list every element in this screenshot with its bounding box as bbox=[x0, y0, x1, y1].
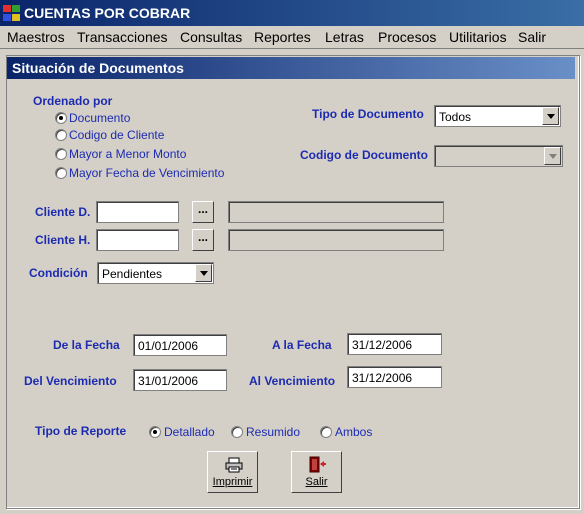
radio-orden-monto-label[interactable]: Mayor a Menor Monto bbox=[69, 147, 186, 161]
tipo-documento-label: Tipo de Documento bbox=[312, 107, 424, 121]
radio-reporte-resumido-label[interactable]: Resumido bbox=[246, 425, 300, 439]
de-fecha-label: De la Fecha bbox=[53, 338, 120, 352]
a-fecha-label: A la Fecha bbox=[272, 338, 332, 352]
app-icon bbox=[3, 5, 20, 21]
radio-orden-documento-label[interactable]: Documento bbox=[69, 111, 130, 125]
salir-button-label: Salir bbox=[305, 476, 328, 488]
chevron-down-icon[interactable] bbox=[195, 264, 212, 282]
del-vencimiento-input[interactable]: 31/01/2006 bbox=[133, 369, 227, 391]
al-vencimiento-input[interactable]: 31/12/2006 bbox=[347, 366, 442, 388]
ordenado-por-label: Ordenado por bbox=[33, 94, 113, 108]
radio-reporte-ambos[interactable] bbox=[320, 426, 332, 438]
radio-orden-codigo-cliente[interactable] bbox=[55, 129, 67, 141]
al-vencimiento-label: Al Vencimiento bbox=[249, 374, 336, 388]
radio-reporte-detallado-label[interactable]: Detallado bbox=[164, 425, 215, 439]
menu-letras[interactable]: Letras bbox=[325, 29, 364, 45]
radio-orden-vencimiento[interactable] bbox=[55, 167, 67, 179]
menu-salir[interactable]: Salir bbox=[518, 29, 546, 45]
radio-reporte-detallado[interactable] bbox=[149, 426, 161, 438]
menu-procesos[interactable]: Procesos bbox=[378, 29, 436, 45]
radio-orden-documento[interactable] bbox=[55, 112, 67, 124]
cliente-h-label: Cliente H. bbox=[35, 233, 91, 247]
imprimir-button[interactable]: Imprimir bbox=[207, 451, 258, 493]
printer-icon bbox=[225, 457, 243, 473]
cliente-d-code-input[interactable] bbox=[96, 201, 179, 223]
radio-reporte-ambos-label[interactable]: Ambos bbox=[335, 425, 372, 439]
tipo-documento-value: Todos bbox=[439, 110, 472, 124]
salir-button[interactable]: Salir bbox=[291, 451, 342, 493]
condicion-value: Pendientes bbox=[102, 267, 163, 281]
de-fecha-input[interactable]: 01/01/2006 bbox=[133, 334, 227, 356]
cliente-d-label: Cliente D. bbox=[35, 205, 91, 219]
codigo-documento-label: Codigo de Documento bbox=[300, 148, 428, 162]
codigo-documento-select[interactable] bbox=[434, 145, 563, 167]
a-fecha-input[interactable]: 31/12/2006 bbox=[347, 333, 442, 355]
de-fecha-value: 01/01/2006 bbox=[138, 339, 199, 353]
menu-reportes[interactable]: Reportes bbox=[254, 29, 311, 45]
window-title: CUENTAS POR COBRAR bbox=[24, 5, 191, 21]
chevron-down-icon[interactable] bbox=[542, 107, 559, 125]
menu-maestros[interactable]: Maestros bbox=[7, 29, 65, 45]
tipo-reporte-label: Tipo de Reporte bbox=[35, 424, 127, 438]
panel-title: Situación de Documentos bbox=[12, 60, 184, 76]
menu-utilitarios[interactable]: Utilitarios bbox=[449, 29, 507, 45]
exit-door-icon bbox=[309, 456, 326, 473]
menu-transacciones[interactable]: Transacciones bbox=[77, 29, 168, 45]
cliente-h-code-input[interactable] bbox=[96, 229, 179, 251]
cliente-d-lookup-button[interactable]: ... bbox=[192, 201, 214, 223]
condicion-select[interactable]: Pendientes bbox=[97, 262, 214, 284]
radio-reporte-resumido[interactable] bbox=[231, 426, 243, 438]
al-vencimiento-value: 31/12/2006 bbox=[352, 371, 413, 385]
menu-consultas[interactable]: Consultas bbox=[180, 29, 242, 45]
menu-bar: Maestros Transacciones Consultas Reporte… bbox=[0, 26, 584, 49]
cliente-h-name-field bbox=[228, 229, 444, 251]
tipo-documento-select[interactable]: Todos bbox=[434, 105, 561, 127]
imprimir-button-label: Imprimir bbox=[212, 476, 253, 488]
cliente-d-name-field bbox=[228, 201, 444, 223]
radio-orden-vencimiento-label[interactable]: Mayor Fecha de Vencimiento bbox=[69, 166, 224, 180]
del-vencimiento-label: Del Vencimiento bbox=[24, 374, 117, 388]
radio-orden-codigo-cliente-label[interactable]: Codigo de Cliente bbox=[69, 128, 164, 142]
radio-orden-monto[interactable] bbox=[55, 148, 67, 160]
del-vencimiento-value: 31/01/2006 bbox=[138, 374, 199, 388]
a-fecha-value: 31/12/2006 bbox=[352, 338, 413, 352]
condicion-label: Condición bbox=[29, 266, 88, 280]
chevron-down-icon[interactable] bbox=[544, 147, 561, 165]
cliente-h-lookup-button[interactable]: ... bbox=[192, 229, 214, 251]
